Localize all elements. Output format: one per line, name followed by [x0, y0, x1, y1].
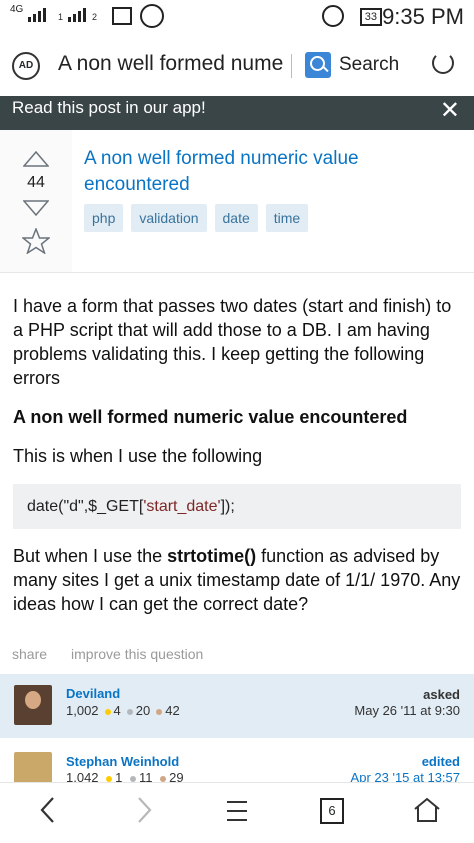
back-icon[interactable] — [38, 796, 58, 824]
search-icon — [305, 52, 331, 78]
question-body-paragraph: I have a form that passes two dates (sta… — [13, 296, 452, 388]
forward-icon[interactable] — [134, 796, 154, 824]
tag-date[interactable]: date — [214, 204, 258, 232]
question-body-bold: A non well formed numeric value encounte… — [13, 407, 408, 427]
signal-strength-icon — [28, 8, 46, 22]
url-divider — [291, 54, 292, 78]
silver-badge-count: 20 — [126, 703, 150, 718]
adblock-icon[interactable]: AD — [12, 52, 40, 80]
code-block: date("d",$_GET['start_date']); — [13, 484, 461, 529]
divider — [0, 272, 474, 273]
tag-list: php validation date time — [84, 204, 309, 232]
edited-label: edited — [421, 754, 460, 769]
asked-label: asked — [423, 687, 460, 702]
bronze-badge-count: 42 — [156, 703, 180, 718]
vote-score: 44 — [27, 174, 45, 191]
question-body-paragraph-2: This is when I use the following — [13, 446, 263, 466]
tag-time[interactable]: time — [265, 204, 309, 232]
image-notification-icon — [112, 7, 132, 25]
menu-icon[interactable] — [226, 800, 248, 822]
browser-address-bar: AD A non well formed nume Search — [0, 32, 474, 97]
question-body-paragraph-3: But when I use the strtotime() function … — [13, 544, 463, 616]
tag-validation[interactable]: validation — [131, 204, 207, 232]
editor-name[interactable]: Stephan Weinhold — [66, 754, 179, 769]
code-text: date("d",$_GET[ — [27, 498, 144, 515]
reputation-score: 1,002 — [66, 703, 99, 718]
paragraph-text: But when I use the — [13, 546, 168, 566]
code-text-end: ]); — [220, 498, 235, 515]
gold-badge-count: 4 — [104, 703, 121, 718]
code-string: 'start_date' — [143, 498, 221, 515]
search-button[interactable]: Search — [305, 52, 399, 78]
sim-indicator-1: 1 — [58, 12, 64, 22]
battery-icon: 33 — [359, 8, 382, 26]
asker-reputation: 1,002 4 20 42 — [66, 703, 180, 718]
search-label: Search — [339, 54, 400, 75]
refresh-icon[interactable] — [432, 52, 454, 74]
close-icon[interactable]: ✕ — [440, 96, 460, 125]
upvote-icon[interactable] — [23, 151, 49, 167]
status-time: 9:35 PM — [382, 4, 464, 29]
sim-indicator-2: 2 — [92, 12, 98, 22]
signal-strength-icon-2 — [68, 8, 86, 22]
status-bar: 4G 1 2 33 9:35 PM — [0, 0, 474, 32]
app-banner-text[interactable]: Read this post in our app! — [12, 98, 206, 118]
app-banner[interactable]: Read this post in our app! ✕ — [0, 96, 474, 130]
inline-function-name: strtotime() — [167, 546, 257, 566]
whatsapp-icon — [140, 4, 164, 28]
avatar[interactable] — [14, 685, 52, 725]
post-actions: share improve this question — [12, 646, 203, 662]
url-field[interactable]: A non well formed nume — [58, 52, 290, 76]
favorite-star-icon[interactable] — [22, 228, 50, 254]
question-title[interactable]: A non well formed numeric value encounte… — [84, 146, 444, 198]
downvote-icon[interactable] — [23, 200, 49, 216]
asked-timestamp: May 26 '11 at 9:30 — [354, 703, 460, 718]
tabs-button[interactable]: 6 — [320, 798, 344, 824]
share-link[interactable]: share — [12, 646, 47, 662]
asker-name[interactable]: Deviland — [66, 686, 120, 701]
improve-question-link[interactable]: improve this question — [71, 646, 203, 662]
alarm-icon — [322, 5, 344, 27]
home-icon[interactable] — [413, 797, 441, 823]
network-type: 4G — [10, 4, 24, 15]
tag-php[interactable]: php — [84, 204, 124, 232]
